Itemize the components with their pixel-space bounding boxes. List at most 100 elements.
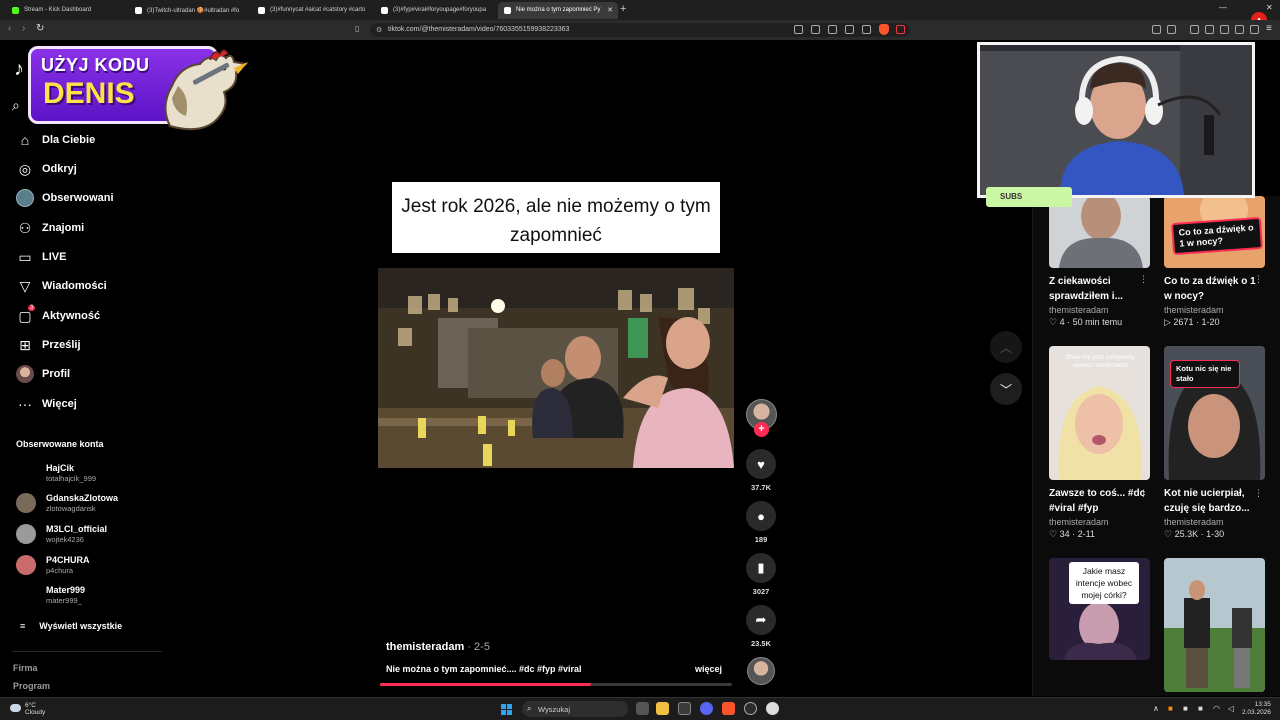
close-window-icon[interactable]: ✕ xyxy=(1266,3,1273,12)
nav-upload[interactable]: ⊞ Prześlij xyxy=(16,334,80,356)
tray-app-icon[interactable]: ■ xyxy=(1168,704,1173,713)
following-account[interactable]: HajCik totalhajcik_999 xyxy=(16,461,166,487)
tiktok-logo-icon[interactable]: ♪ xyxy=(14,58,24,81)
share-button[interactable]: ➦ 23.5K xyxy=(746,605,776,648)
task-view-icon[interactable] xyxy=(636,702,649,715)
follow-plus-icon[interactable]: + xyxy=(754,422,769,437)
system-clock[interactable]: 13:35 2.03.2026 xyxy=(1242,701,1271,717)
nav-more[interactable]: ··· Więcej xyxy=(16,393,77,415)
browser-tab[interactable]: (3)#fyp#viral#foryoupage#foryoupa xyxy=(375,2,495,19)
obs-icon[interactable] xyxy=(744,702,757,715)
promo-code: DENIS xyxy=(43,77,135,110)
new-tab-icon[interactable]: + xyxy=(620,3,626,15)
browser-tab[interactable]: (3)Twitch-ultradan 🍪#ultradan #fo xyxy=(129,2,249,19)
following-account[interactable]: M3LCI_official wojtek4236 xyxy=(16,522,166,548)
site-info-icon[interactable]: ⚙ xyxy=(376,26,382,34)
music-icon[interactable] xyxy=(1190,25,1199,34)
previous-video-button[interactable]: ︿ xyxy=(990,331,1022,363)
extension-icon[interactable] xyxy=(1167,25,1176,34)
nav-label: Odkryj xyxy=(42,163,77,175)
brave-rewards-icon[interactable] xyxy=(896,25,905,34)
reload-icon[interactable]: ↻ xyxy=(36,23,44,34)
nav-activity[interactable]: ▢ 3 Aktywność xyxy=(16,305,100,327)
recommended-video-card[interactable] xyxy=(1164,558,1265,692)
taskbar-search[interactable]: ⌕ Wyszukaj xyxy=(522,701,628,717)
tray-app-icon[interactable]: ■ xyxy=(1198,704,1203,713)
recommended-video-card[interactable]: Co to za dźwięk o 1 w nocy? Co to za dźw… xyxy=(1164,196,1265,328)
bookmark-icon[interactable]: ▯ xyxy=(355,24,359,33)
search-icon[interactable]: ⌕ xyxy=(12,97,20,114)
tray-overflow-icon[interactable]: ∧ xyxy=(1153,704,1159,713)
brave-shields-icon[interactable] xyxy=(879,24,889,35)
footer-link[interactable]: Firma xyxy=(13,663,38,673)
back-icon[interactable]: ‹ xyxy=(8,23,11,34)
video-thumbnail: Co to za dźwięk o 1 w nocy? xyxy=(1164,196,1265,268)
video-thumbnail: Show me your completely useless secret t… xyxy=(1049,346,1150,480)
media-player-icon[interactable] xyxy=(766,702,779,715)
more-options-icon[interactable]: ⋮ xyxy=(1254,274,1263,285)
more-options-icon[interactable]: ⋮ xyxy=(1254,488,1263,499)
footer-link[interactable]: Program xyxy=(13,681,50,691)
minimize-icon[interactable]: — xyxy=(1219,3,1227,12)
vpn-icon[interactable] xyxy=(1250,25,1259,34)
weather-widget[interactable]: 6°C Cloudy xyxy=(10,702,45,716)
rooster-mascot-icon xyxy=(164,49,248,131)
browser-tab-active[interactable]: Nie można o tym zapomnieć Py ✕ xyxy=(498,2,618,19)
discord-icon[interactable] xyxy=(700,702,713,715)
avatar xyxy=(16,585,36,605)
comment-count: 189 xyxy=(754,535,768,544)
nav-profile[interactable]: Profil xyxy=(16,363,70,385)
extension-icon[interactable] xyxy=(1152,25,1161,34)
close-tab-icon[interactable]: ✕ xyxy=(607,6,613,14)
more-options-icon[interactable]: ⋮ xyxy=(1139,488,1148,499)
sound-avatar[interactable] xyxy=(747,657,775,685)
nav-live[interactable]: ▭ LIVE xyxy=(16,246,66,268)
nav-friends[interactable]: ⚇ Znajomi xyxy=(16,217,84,239)
extension-icon[interactable] xyxy=(811,25,820,34)
extension-icon[interactable] xyxy=(845,25,854,34)
nav-following[interactable]: Obserwowani xyxy=(16,187,114,209)
next-video-button[interactable]: ﹀ xyxy=(990,373,1022,405)
video-progress-bar[interactable] xyxy=(380,683,732,686)
recommended-video-card[interactable]: Show me your completely useless secret t… xyxy=(1049,346,1150,540)
wallet-icon[interactable] xyxy=(1235,25,1244,34)
volume-icon[interactable]: ◁ xyxy=(1228,704,1234,713)
sidebar-icon[interactable] xyxy=(1220,25,1229,34)
nav-explore[interactable]: ◎ Odkryj xyxy=(16,158,77,180)
share-icon[interactable] xyxy=(862,25,871,34)
video-author[interactable]: themisteradam · 2-5 xyxy=(386,641,490,653)
card-user: themisteradam xyxy=(1164,305,1224,315)
forward-icon[interactable]: › xyxy=(22,23,25,34)
terminal-icon[interactable] xyxy=(678,702,691,715)
recommended-video-card[interactable]: Kotu nic się nie stało Kot nie ucierpiał… xyxy=(1164,346,1265,540)
following-account[interactable]: GdanskaZlotowa zlotowagdansk xyxy=(16,491,166,517)
account-name: P4CHURA xyxy=(46,555,90,565)
tray-app-icon[interactable]: ■ xyxy=(1183,704,1188,713)
wifi-icon[interactable]: ◠ xyxy=(1213,704,1220,713)
save-button[interactable]: ▮ 3027 xyxy=(746,553,776,596)
clock-date: 2.03.2026 xyxy=(1242,709,1271,716)
following-account[interactable]: P4CHURA p4chura xyxy=(16,553,166,579)
file-explorer-icon[interactable] xyxy=(656,702,669,715)
recommended-video-card[interactable]: Jakie masz intencje wobec mojej córki? xyxy=(1049,558,1150,660)
menu-icon[interactable]: ≡ xyxy=(1266,23,1272,34)
brave-browser-icon[interactable] xyxy=(722,702,735,715)
nav-for-you[interactable]: ⌂ Dla Ciebie xyxy=(16,129,95,151)
browser-tab[interactable]: Stream - Kick Dashboard xyxy=(6,2,126,19)
play-icon: ▷ xyxy=(1164,317,1174,327)
comment-button[interactable]: ● 189 xyxy=(746,501,776,544)
browser-tab[interactable]: (3)#funnycat #aicat #catstory #carto xyxy=(252,2,372,19)
more-button[interactable]: więcej xyxy=(695,664,722,674)
card-title: Co to za dźwięk o 1 w nocy? xyxy=(1164,276,1256,302)
zoom-icon[interactable] xyxy=(828,25,837,34)
following-account[interactable]: Mater999 mater999_ xyxy=(16,583,166,609)
more-options-icon[interactable]: ⋮ xyxy=(1139,274,1148,285)
extension-icon[interactable] xyxy=(1205,25,1214,34)
show-all-button[interactable]: ≡ Wyświetl wszystkie xyxy=(20,621,136,631)
extension-icon[interactable] xyxy=(794,25,803,34)
recommended-video-card[interactable]: Z ciekawości sprawdziłem i... themistera… xyxy=(1049,196,1150,328)
like-button[interactable]: ♥ 37.7K xyxy=(746,449,776,492)
nav-messages[interactable]: ▽ Wiadomości xyxy=(16,275,107,297)
video-player[interactable] xyxy=(378,268,734,468)
windows-start-icon[interactable] xyxy=(501,704,512,715)
